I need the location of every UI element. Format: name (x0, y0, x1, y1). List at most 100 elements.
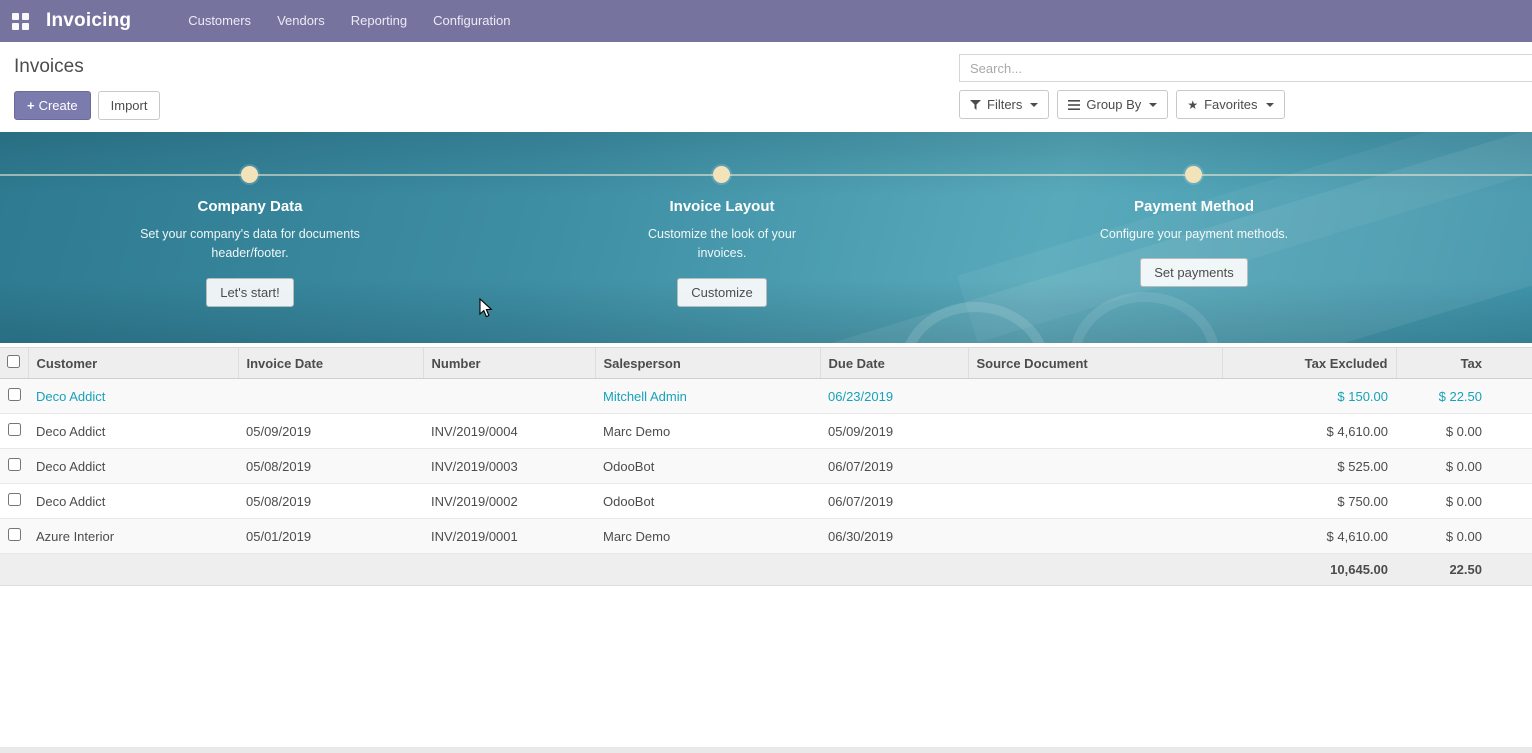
cell-tax[interactable]: $ 22.50 (1396, 379, 1532, 414)
step-dot-company-data (241, 166, 258, 183)
menu-configuration[interactable]: Configuration (420, 0, 523, 42)
cell-due-date[interactable]: 06/23/2019 (820, 379, 968, 414)
cell-number[interactable]: INV/2019/0003 (423, 449, 595, 484)
caret-down-icon (1030, 103, 1038, 107)
create-button[interactable]: +Create (14, 91, 91, 120)
col-header-invoice-date[interactable]: Invoice Date (238, 348, 423, 379)
total-tax: 22.50 (1396, 554, 1532, 586)
cell-source-document[interactable] (968, 414, 1222, 449)
table-row[interactable]: Deco Addict Mitchell Admin 06/23/2019 $ … (0, 379, 1532, 414)
row-checkbox[interactable] (8, 493, 21, 506)
col-header-customer[interactable]: Customer (28, 348, 238, 379)
col-header-salesperson[interactable]: Salesperson (595, 348, 820, 379)
menu-vendors[interactable]: Vendors (264, 0, 338, 42)
cell-number[interactable]: INV/2019/0004 (423, 414, 595, 449)
caret-down-icon (1149, 103, 1157, 107)
cell-source-document[interactable] (968, 379, 1222, 414)
caret-down-icon (1266, 103, 1274, 107)
cell-due-date[interactable]: 06/07/2019 (820, 484, 968, 519)
set-payments-button[interactable]: Set payments (1140, 258, 1248, 287)
cell-source-document[interactable] (968, 484, 1222, 519)
row-checkbox[interactable] (8, 528, 21, 541)
cell-invoice-date[interactable]: 05/08/2019 (238, 449, 423, 484)
row-checkbox[interactable] (8, 423, 21, 436)
customize-button[interactable]: Customize (677, 278, 766, 307)
navbar-menu: Customers Vendors Reporting Configuratio… (175, 0, 523, 42)
col-header-due-date[interactable]: Due Date (820, 348, 968, 379)
app-title[interactable]: Invoicing (46, 10, 131, 32)
favorites-button[interactable]: ★ Favorites (1176, 90, 1284, 119)
group-by-button[interactable]: Group By (1057, 90, 1168, 119)
cell-tax[interactable]: $ 0.00 (1396, 519, 1532, 554)
table-row[interactable]: Deco Addict 05/08/2019 INV/2019/0003 Odo… (0, 449, 1532, 484)
step-title: Company Data (90, 198, 410, 215)
cell-tax-excluded[interactable]: $ 4,610.00 (1222, 519, 1396, 554)
filter-funnel-icon (970, 100, 981, 110)
plus-icon: + (27, 98, 35, 113)
cell-invoice-date[interactable]: 05/01/2019 (238, 519, 423, 554)
step-description: Configure your payment methods. (1059, 225, 1329, 244)
cell-invoice-date[interactable]: 05/08/2019 (238, 484, 423, 519)
cell-salesperson[interactable]: OdooBot (595, 449, 820, 484)
cell-tax-excluded[interactable]: $ 150.00 (1222, 379, 1396, 414)
table-row[interactable]: Azure Interior 05/01/2019 INV/2019/0001 … (0, 519, 1532, 554)
select-all-checkbox[interactable] (7, 355, 20, 368)
cell-customer[interactable]: Deco Addict (28, 414, 238, 449)
lets-start-button[interactable]: Let's start! (206, 278, 294, 307)
page-title: Invoices (14, 56, 160, 78)
select-all-checkbox-cell (0, 348, 28, 379)
cell-source-document[interactable] (968, 449, 1222, 484)
col-header-tax[interactable]: Tax (1396, 348, 1532, 379)
cell-tax[interactable]: $ 0.00 (1396, 449, 1532, 484)
row-checkbox-cell (0, 449, 28, 484)
cell-invoice-date[interactable] (238, 379, 423, 414)
row-checkbox-cell (0, 414, 28, 449)
cell-customer[interactable]: Deco Addict (28, 379, 238, 414)
cell-tax[interactable]: $ 0.00 (1396, 484, 1532, 519)
step-dot-invoice-layout (713, 166, 730, 183)
cell-tax-excluded[interactable]: $ 525.00 (1222, 449, 1396, 484)
search-input[interactable] (959, 54, 1532, 82)
row-checkbox[interactable] (8, 458, 21, 471)
filters-button[interactable]: Filters (959, 90, 1049, 119)
bottom-scrollbar-track[interactable] (0, 747, 1532, 753)
cell-tax-excluded[interactable]: $ 750.00 (1222, 484, 1396, 519)
cell-tax-excluded[interactable]: $ 4,610.00 (1222, 414, 1396, 449)
cell-invoice-date[interactable]: 05/09/2019 (238, 414, 423, 449)
cell-salesperson[interactable]: Mitchell Admin (595, 379, 820, 414)
cell-due-date[interactable]: 06/07/2019 (820, 449, 968, 484)
cell-number[interactable] (423, 379, 595, 414)
cell-number[interactable]: INV/2019/0002 (423, 484, 595, 519)
onboarding-step-company-data: Company Data Set your company's data for… (90, 198, 410, 307)
cell-salesperson[interactable]: OdooBot (595, 484, 820, 519)
cell-salesperson[interactable]: Marc Demo (595, 414, 820, 449)
apps-menu-icon[interactable] (0, 0, 40, 42)
row-checkbox-cell (0, 484, 28, 519)
cell-source-document[interactable] (968, 519, 1222, 554)
cell-tax[interactable]: $ 0.00 (1396, 414, 1532, 449)
cell-salesperson[interactable]: Marc Demo (595, 519, 820, 554)
row-checkbox[interactable] (8, 388, 21, 401)
cell-number[interactable]: INV/2019/0001 (423, 519, 595, 554)
menu-customers[interactable]: Customers (175, 0, 264, 42)
invoice-list: Customer Invoice Date Number Salesperson… (0, 347, 1532, 586)
cell-customer[interactable]: Deco Addict (28, 484, 238, 519)
step-title: Invoice Layout (562, 198, 882, 215)
onboarding-progress-line (0, 174, 1532, 176)
total-tax-excluded: 10,645.00 (1222, 554, 1396, 586)
col-header-number[interactable]: Number (423, 348, 595, 379)
col-header-tax-excluded[interactable]: Tax Excluded (1222, 348, 1396, 379)
step-description: Customize the look of your invoices. (627, 225, 817, 264)
table-row[interactable]: Deco Addict 05/08/2019 INV/2019/0002 Odo… (0, 484, 1532, 519)
onboarding-step-payment-method: Payment Method Configure your payment me… (1034, 198, 1354, 287)
import-button[interactable]: Import (98, 91, 161, 120)
onboarding-banner: Company Data Set your company's data for… (0, 132, 1532, 343)
cell-due-date[interactable]: 05/09/2019 (820, 414, 968, 449)
cell-customer[interactable]: Azure Interior (28, 519, 238, 554)
cell-customer[interactable]: Deco Addict (28, 449, 238, 484)
menu-reporting[interactable]: Reporting (338, 0, 420, 42)
col-header-source-document[interactable]: Source Document (968, 348, 1222, 379)
star-icon: ★ (1187, 99, 1198, 111)
table-row[interactable]: Deco Addict 05/09/2019 INV/2019/0004 Mar… (0, 414, 1532, 449)
cell-due-date[interactable]: 06/30/2019 (820, 519, 968, 554)
